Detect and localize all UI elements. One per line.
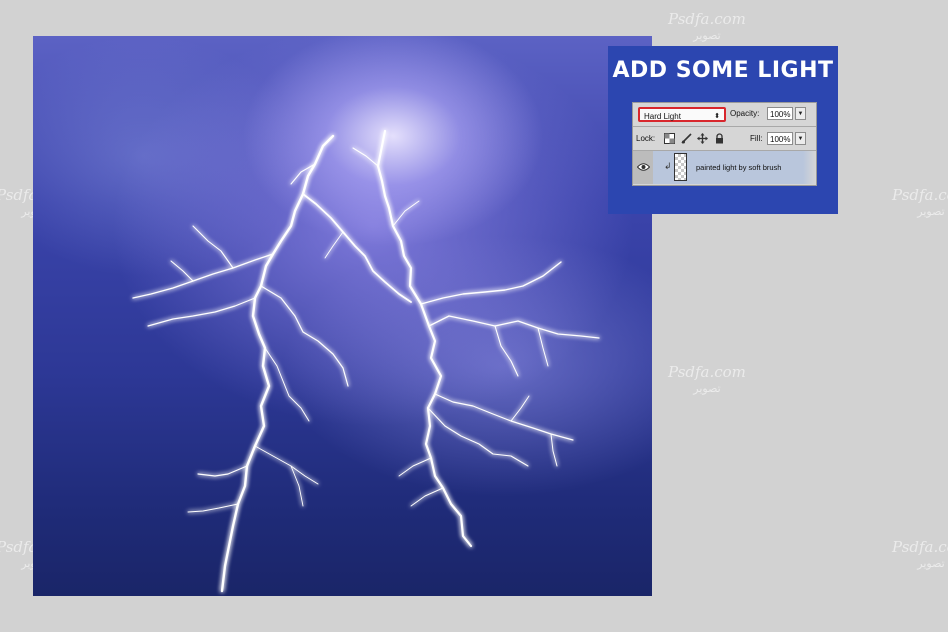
panel-title: ADD SOME LIGHT bbox=[612, 58, 834, 83]
fill-dropdown-button[interactable]: ▼ bbox=[795, 132, 806, 145]
watermark: Psdfa.comﺗﺼﻮﻳﺮ bbox=[668, 10, 746, 43]
select-arrows-icon: ⬍ bbox=[714, 113, 720, 120]
lightning-bolts bbox=[132, 129, 600, 593]
clipping-mask-icon: ↲ bbox=[664, 161, 672, 171]
layer-name[interactable]: painted light by soft brush bbox=[696, 163, 781, 172]
chevron-down-icon: ▼ bbox=[797, 136, 804, 142]
lock-transparent-pixels-icon[interactable] bbox=[664, 133, 675, 144]
opacity-label: Opacity: bbox=[730, 109, 760, 118]
eye-visibility-icon[interactable] bbox=[637, 162, 650, 172]
blend-mode-select[interactable]: Hard Light ⬍ bbox=[638, 107, 726, 122]
layer-thumbnail[interactable] bbox=[674, 153, 687, 181]
lock-position-icon[interactable] bbox=[697, 133, 708, 144]
layers-panel: Hard Light ⬍ Opacity: 100% ▼ Lock: Fill:… bbox=[632, 102, 817, 186]
watermark: Psdfa.comﺗﺼﻮﻳﺮ bbox=[668, 363, 746, 396]
chevron-down-icon: ▼ bbox=[797, 111, 804, 117]
layer-row[interactable]: ↲ painted light by soft brush bbox=[633, 151, 816, 184]
watermark: Psdfa.comﺗﺼﻮﻳﺮ bbox=[892, 538, 948, 571]
blend-mode-value: Hard Light bbox=[644, 112, 681, 121]
lock-label: Lock: bbox=[636, 134, 656, 143]
fill-label: Fill: bbox=[750, 134, 763, 143]
watermark: Psdfa.comﺗﺼﻮﻳﺮ bbox=[892, 186, 948, 219]
opacity-input[interactable]: 100% bbox=[767, 107, 793, 120]
lock-row: Lock: Fill: 100% ▼ bbox=[633, 127, 816, 150]
opacity-dropdown-button[interactable]: ▼ bbox=[795, 107, 806, 120]
fill-input[interactable]: 100% bbox=[767, 132, 793, 145]
storm-lightning-image bbox=[33, 36, 652, 596]
lock-all-icon[interactable] bbox=[714, 133, 725, 144]
lock-image-pixels-icon[interactable] bbox=[681, 133, 692, 144]
instruction-panel: ADD SOME LIGHT Hard Light ⬍ Opacity: 100… bbox=[608, 46, 838, 214]
blend-row: Hard Light ⬍ Opacity: 100% ▼ bbox=[633, 103, 816, 125]
